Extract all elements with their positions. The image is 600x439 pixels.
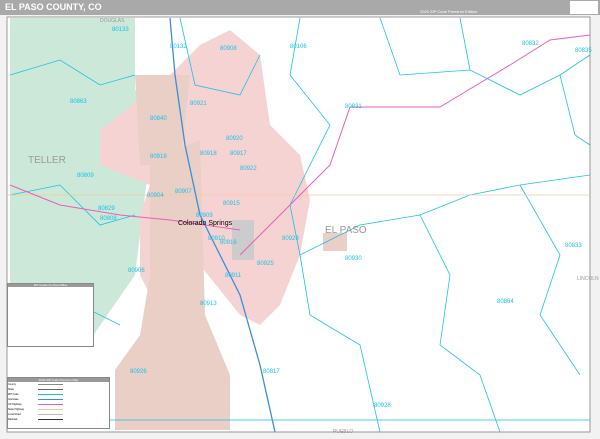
legend-item: Railroad — [8, 417, 109, 422]
legend-label: State — [8, 388, 14, 391]
zip-label: 80906 — [128, 268, 145, 274]
legend-label: Local Road — [8, 413, 21, 416]
zip-label: 80907 — [175, 189, 192, 195]
legend-swatch — [38, 409, 63, 410]
legend-label: Interstate — [8, 398, 19, 401]
zip-label: 80817 — [263, 369, 280, 375]
county-label-el-paso: EL PASO — [325, 225, 367, 236]
zip-code-map[interactable]: 80133 80132 80908 80106 80832 80835 80863 80921… — [0, 15, 600, 439]
zip-label: 80930 — [345, 256, 362, 262]
zip-label: 80808 — [100, 216, 117, 222]
zip-label: 80915 — [223, 201, 240, 207]
legend-swatch — [38, 389, 63, 390]
legend-swatch — [38, 394, 63, 395]
zip-label: 80832 — [522, 41, 539, 47]
zip-label: 80929 — [282, 236, 299, 242]
map-legend: 2020 ZIP Code Premium Map County State ZIP… — [7, 377, 110, 429]
publisher-logo — [570, 1, 598, 14]
zip-label: 80904 — [147, 193, 164, 199]
zip-table-title: ZIP Codes by Post Office — [8, 284, 93, 287]
zip-label: 80864 — [497, 299, 514, 305]
zip-label: 80863 — [70, 99, 87, 105]
map-title: EL PASO COUNTY, CO — [5, 2, 102, 12]
legend-label: Railroad — [8, 418, 18, 421]
legend-label: US Highway — [8, 403, 22, 406]
zip-label: 80925 — [257, 261, 274, 267]
edition-label: 2020 ZIP Code Premium Edition — [420, 9, 478, 14]
zip-label: 80835 — [575, 48, 592, 54]
legend-swatch — [38, 419, 63, 420]
zip-label: 80919 — [150, 154, 167, 160]
zip-label: 80106 — [290, 44, 307, 50]
zip-label: 80132 — [170, 44, 187, 50]
zip-label: 80916 — [220, 240, 237, 246]
legend-swatch — [38, 384, 63, 385]
zip-label: 80829 — [98, 206, 115, 212]
zip-label: 80922 — [240, 166, 257, 172]
zip-label: 80917 — [230, 151, 247, 157]
zip-label: 80831 — [345, 104, 362, 110]
legend-swatch — [38, 399, 63, 400]
legend-label: State Highway — [8, 408, 25, 411]
zip-label: 80926 — [130, 369, 147, 375]
county-label-lincoln: LINCOLN — [577, 276, 599, 282]
title-bar: EL PASO COUNTY, CO 2020 ZIP Code Premium… — [0, 0, 600, 15]
legend-label: County — [8, 383, 16, 386]
zip-label: 80913 — [200, 301, 217, 307]
county-label-douglas: DOUGLAS — [100, 18, 125, 24]
zip-label: 80911 — [225, 273, 242, 279]
zip-label: 80809 — [77, 173, 94, 179]
zip-label: 80921 — [190, 101, 207, 107]
county-label-teller: TELLER — [28, 155, 66, 166]
zip-label: 80840 — [150, 116, 167, 122]
zip-label: 80133 — [112, 27, 129, 33]
city-label-colorado-springs: Colorado Springs — [178, 220, 233, 227]
zip-label: 80908 — [220, 46, 237, 52]
county-label-pueblo: PUEBLO — [333, 429, 353, 435]
legend-swatch — [38, 414, 63, 415]
zip-label: 80918 — [200, 151, 217, 157]
zip-label: 80833 — [565, 243, 582, 249]
zip-label: 80909 — [196, 213, 213, 219]
zip-code-table: ZIP Codes by Post Office — [7, 283, 94, 347]
legend-swatch — [38, 404, 63, 405]
zip-label: 80920 — [226, 136, 243, 142]
zip-label: 80928 — [374, 403, 391, 409]
legend-label: ZIP Code — [8, 393, 19, 396]
